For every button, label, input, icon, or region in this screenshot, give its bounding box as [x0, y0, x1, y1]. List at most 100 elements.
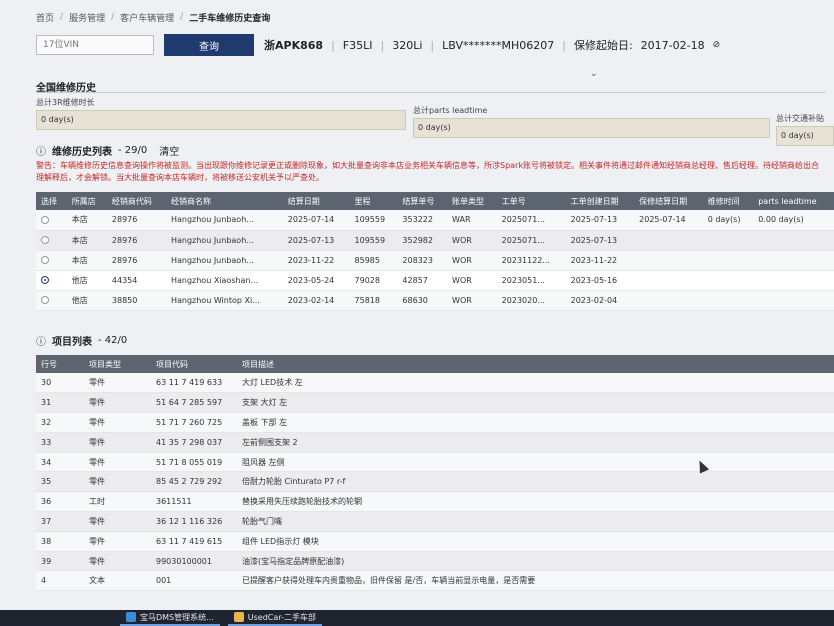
- col-warranty-date[interactable]: 保修结算日期: [634, 192, 703, 210]
- col-wo-date[interactable]: 工单创建日期: [565, 192, 635, 210]
- item-row[interactable]: 4 文本 001 已提醒客户获得处理车内贵重物品，旧件保留 是/否，车辆当前显示电量，…: [36, 570, 834, 592]
- item-cell-type: 零件: [84, 471, 151, 493]
- item-row[interactable]: 33 零件 41 35 7 298 037 左前侧围支架 2: [36, 432, 834, 453]
- history-cell-settle: 2023-05-24: [282, 270, 350, 291]
- col-parts-leadtime[interactable]: parts leadtime: [753, 192, 834, 210]
- item-cell-code: 51 64 7 285 597: [151, 392, 237, 414]
- item-cell-desc: 大灯 LED技术 左: [237, 373, 834, 394]
- history-cell-wardate: 2025-07-14: [634, 210, 703, 231]
- history-count: - 29/0: [118, 145, 148, 156]
- col-settle-date[interactable]: 结算日期: [282, 192, 350, 210]
- col-item-desc[interactable]: 项目描述: [237, 355, 834, 373]
- info-circle-icon: ⓘ: [36, 147, 46, 158]
- history-table-header: ⓘ 维修历史列表 - 29/0 清空: [36, 143, 179, 158]
- col-line-no[interactable]: 行号: [36, 355, 84, 373]
- item-cell-desc: 盖板 下部 左: [237, 412, 834, 433]
- items-header-row: 行号 项目类型 项目代码 项目描述: [36, 355, 834, 373]
- item-row[interactable]: 36 工时 3611511 替换采用失压续跑轮胎技术的轮辋: [36, 491, 834, 513]
- items-count: - 42/0: [98, 335, 128, 346]
- item-row[interactable]: 31 零件 51 64 7 285 597 支架 大灯 左: [36, 392, 834, 414]
- item-row[interactable]: 32 零件 51 71 7 260 725 盖板 下部 左: [36, 412, 834, 433]
- history-cell-wo: 2025071...: [496, 230, 566, 251]
- col-dealer-code[interactable]: 经销商代码: [106, 192, 166, 210]
- history-cell-type: WOR: [447, 230, 497, 251]
- row-select-radio[interactable]: [41, 215, 49, 224]
- taskbar-item-usedcar[interactable]: UsedCar-二手车部: [227, 610, 322, 626]
- col-item-type[interactable]: 项目类型: [84, 355, 151, 373]
- history-cell-name: Hangzhou Junbaoh...: [165, 250, 283, 271]
- select-cell[interactable]: [36, 290, 67, 311]
- item-cell-code: 99030100001: [151, 551, 237, 572]
- item-row[interactable]: 30 零件 63 11 7 419 633 大灯 LED技术 左: [36, 373, 834, 394]
- history-cell-wodate: 2025-07-13: [565, 210, 635, 231]
- history-cell-store: 他店: [66, 290, 107, 311]
- breadcrumb-home[interactable]: 首页: [36, 11, 54, 24]
- history-cell-mileage: 109559: [349, 230, 398, 251]
- history-cell-wo: 2025071...: [496, 210, 566, 231]
- eye-slash-icon[interactable]: ⊘: [713, 40, 721, 50]
- item-cell-no: 37: [36, 511, 84, 532]
- item-row[interactable]: 38 零件 63 11 7 419 615 组件 LED指示灯 模块: [36, 531, 834, 552]
- item-cell-no: 31: [36, 392, 84, 414]
- row-select-radio[interactable]: [41, 276, 49, 284]
- item-row[interactable]: 34 零件 51 71 8 055 019 阻风器 左侧: [36, 452, 834, 473]
- col-wo-no[interactable]: 工单号: [496, 192, 566, 210]
- item-cell-desc: 已提醒客户获得处理车内贵重物品，旧件保留 是/否，车辆当前显示电量，是否需要: [237, 570, 834, 592]
- select-cell[interactable]: [36, 270, 67, 291]
- history-row[interactable]: 本店 28976 Hangzhou Junbaoh... 2023-11-22 8598…: [36, 250, 834, 271]
- col-repair-time[interactable]: 维修时间: [702, 192, 754, 210]
- chevron-down-icon[interactable]: ⌄: [590, 69, 598, 79]
- stat-box-traffic: 0 day(s): [776, 126, 834, 146]
- item-cell-type: 零件: [84, 531, 151, 552]
- item-cell-no: 32: [36, 412, 84, 433]
- vin-input[interactable]: [36, 35, 154, 55]
- item-cell-desc: 阻风器 左侧: [237, 452, 834, 473]
- taskbar-item-dms[interactable]: 宝马DMS管理系统...: [120, 610, 220, 626]
- stat-label-parts: 总计parts leadtime: [413, 106, 488, 115]
- item-cell-type: 零件: [84, 452, 151, 473]
- history-cell-time: [702, 250, 754, 271]
- warning-message: 警告：车辆维修历史信息查询操作将被监测。当出现跟你维修记录更正或删除现象，如大批…: [36, 161, 819, 182]
- row-select-radio[interactable]: [41, 296, 49, 304]
- history-row[interactable]: 本店 28976 Hangzhou Junbaoh... 2025-07-13 1095…: [36, 230, 834, 251]
- history-row[interactable]: 他店 38850 Hangzhou Wintop Xi... 2023-02-14 75…: [36, 290, 834, 311]
- query-button[interactable]: 查询: [164, 34, 254, 56]
- history-cell-time: [702, 270, 754, 291]
- col-item-code[interactable]: 项目代码: [151, 355, 237, 373]
- col-dealer-name[interactable]: 经销商名称: [165, 192, 283, 210]
- col-mileage[interactable]: 里程: [349, 192, 398, 210]
- history-cell-name: Hangzhou Junbaoh...: [165, 230, 283, 251]
- col-bill-type[interactable]: 账单类型: [447, 192, 497, 210]
- app-screen: 首页 / 服务管理 / 客户车辆管理 / 二手车维修历史查询 查询 浙APK86…: [0, 0, 834, 610]
- stat-box-parts: 0 day(s): [413, 118, 770, 138]
- stat-label-3r: 总计3R维修时长: [36, 98, 95, 107]
- col-store[interactable]: 所属店: [66, 192, 107, 210]
- item-row[interactable]: 35 零件 85 45 2 729 292 倍耐力轮胎 Cinturato P7 r-…: [36, 471, 834, 493]
- history-row[interactable]: 他店 44354 Hangzhou Xiaoshan... 2023-05-24 790…: [36, 270, 834, 291]
- breadcrumb: 首页 / 服务管理 / 客户车辆管理 / 二手车维修历史查询: [36, 10, 270, 24]
- stat-label-traffic: 总计交通补贴: [776, 114, 824, 123]
- select-cell[interactable]: [36, 210, 67, 231]
- col-bill-no[interactable]: 结算单号: [397, 192, 448, 210]
- breadcrumb-service[interactable]: 服务管理: [69, 11, 105, 24]
- history-cell-wo: 2023020...: [496, 290, 566, 311]
- history-row[interactable]: 本店 28976 Hangzhou Junbaoh... 2025-07-14 1095…: [36, 210, 834, 231]
- history-cell-wardate: [634, 270, 703, 291]
- history-cell-mileage: 75818: [349, 290, 398, 311]
- item-cell-type: 零件: [84, 511, 151, 532]
- history-cell-mileage: 85985: [349, 250, 398, 271]
- select-cell[interactable]: [36, 230, 67, 251]
- item-cell-type: 零件: [84, 551, 151, 572]
- breadcrumb-customer-vehicle[interactable]: 客户车辆管理: [120, 11, 174, 24]
- item-cell-type: 零件: [84, 432, 151, 453]
- col-select[interactable]: 选择: [36, 192, 67, 210]
- history-cell-wodate: 2025-07-13: [565, 230, 635, 251]
- clear-button[interactable]: 清空: [159, 143, 179, 158]
- row-select-radio[interactable]: [41, 236, 49, 244]
- row-select-radio[interactable]: [41, 256, 49, 264]
- select-cell[interactable]: [36, 250, 67, 271]
- item-row[interactable]: 37 零件 36 12 1 116 326 轮胎气门嘴: [36, 511, 834, 532]
- item-cell-desc: 倍耐力轮胎 Cinturato P7 r-f: [237, 471, 834, 493]
- item-cell-type: 文本: [84, 570, 151, 592]
- item-row[interactable]: 39 零件 99030100001 油漆(宝马指定品牌原配油漆): [36, 551, 834, 572]
